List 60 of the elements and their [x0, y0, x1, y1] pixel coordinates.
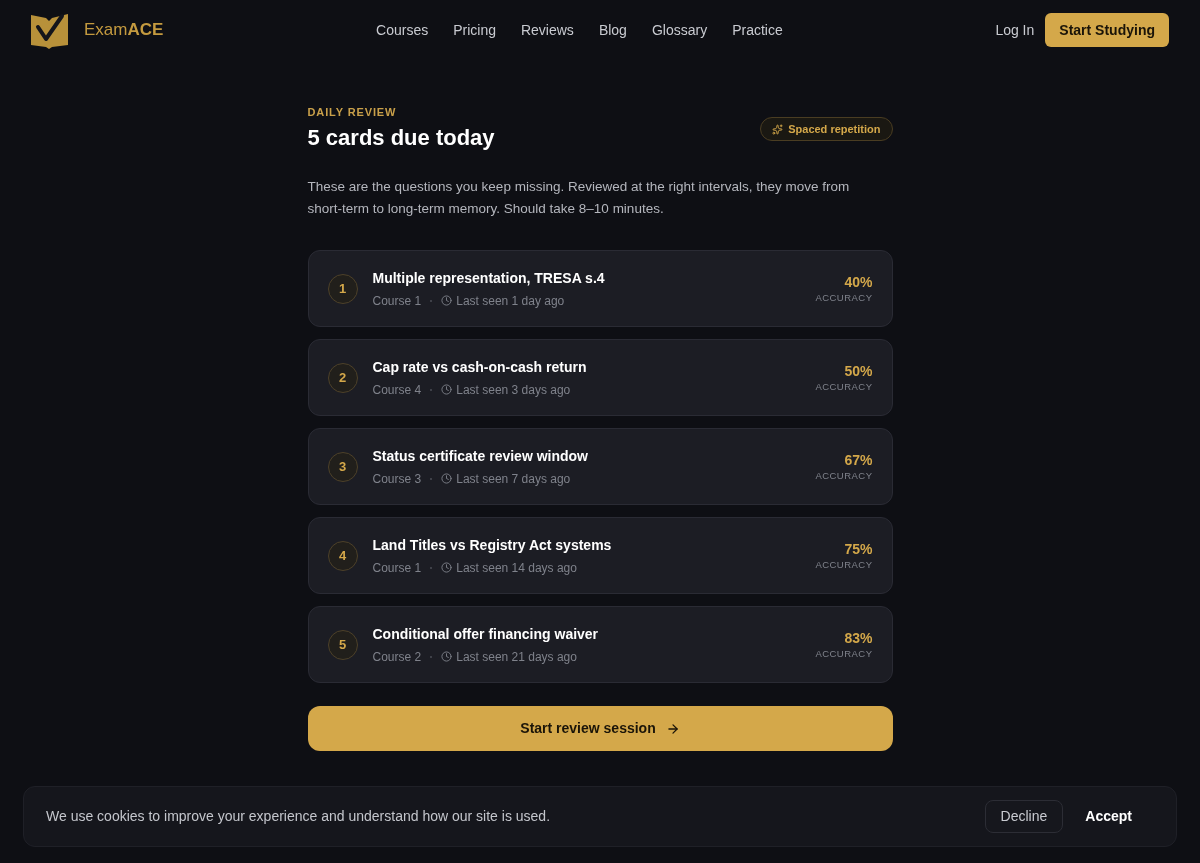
decline-button[interactable]: Decline — [984, 800, 1064, 833]
cookie-message: We use cookies to improve your experience and understand how our site is used. — [46, 807, 551, 826]
course-label: Course 2 — [372, 648, 422, 666]
accuracy-label: ACCURACY — [815, 468, 873, 483]
accept-button[interactable]: Accept — [1063, 800, 1154, 833]
last-seen-label: Last seen 21 days ago — [456, 648, 577, 666]
review-card[interactable]: 5 Conditional offer financing waiver Course 2 Last seen 21 days ago 83% ACCURACY — [307, 606, 893, 683]
card-number: 2 — [327, 362, 358, 393]
last-seen-label: Last seen 14 days ago — [456, 559, 577, 577]
accuracy-value: 75% — [844, 539, 873, 558]
accuracy-label: ACCURACY — [815, 290, 873, 305]
clock-icon — [441, 384, 453, 395]
nav-link[interactable]: Courses — [376, 19, 429, 41]
accuracy-label: ACCURACY — [815, 379, 873, 394]
accuracy-value: 50% — [844, 361, 873, 380]
nav-link[interactable]: Pricing — [453, 19, 496, 41]
nav-link[interactable]: Reviews — [520, 19, 574, 41]
card-title: Land Titles vs Registry Act systems — [372, 535, 612, 555]
review-card[interactable]: 2 Cap rate vs cash-on-cash return Course 4 Last seen 3 days ago 50% ACCURACY — [307, 339, 893, 416]
last-seen-label: Last seen 1 day ago — [456, 292, 565, 310]
start-studying-button[interactable]: Start Studying — [1045, 13, 1169, 47]
nav-link[interactable]: Blog — [598, 19, 627, 41]
course-label: Course 1 — [372, 292, 422, 310]
page-title: 5 cards due today — [307, 124, 495, 152]
course-label: Course 4 — [372, 381, 422, 399]
course-label: Course 1 — [372, 559, 422, 577]
review-card[interactable]: 1 Multiple representation, TRESA s.4 Course 1 Last seen 1 day ago 40% ACCURACY — [307, 250, 893, 327]
card-number: 4 — [327, 540, 358, 571]
card-number: 3 — [327, 451, 358, 482]
card-title: Conditional offer financing waiver — [372, 624, 599, 644]
course-label: Course 3 — [372, 470, 422, 488]
clock-icon — [441, 651, 453, 662]
review-card[interactable]: 4 Land Titles vs Registry Act systems Course 1 Last seen 14 days ago 75% ACCURACY — [307, 517, 893, 594]
accuracy-label: ACCURACY — [815, 557, 873, 572]
review-card[interactable]: 3 Status certificate review window Course 3 Last seen 7 days ago 67% ACCURACY — [307, 428, 893, 505]
nav-link[interactable]: Glossary — [651, 19, 708, 41]
start-review-button[interactable]: Start review session — [307, 706, 893, 751]
description-text: These are the questions you keep missing. Reviewed at the right intervals, they move from short-term to long-term memory. Should take 8–10 minutes. — [307, 178, 851, 218]
card-title: Multiple representation, TRESA s.4 — [372, 268, 605, 288]
logo-wordmark[interactable]: ExamACE — [84, 17, 164, 43]
accuracy-value: 83% — [844, 628, 873, 647]
arrow-right-icon — [665, 721, 680, 736]
accuracy-label: ACCURACY — [815, 646, 873, 661]
nav-link[interactable]: Practice — [732, 19, 783, 41]
eyebrow-label: DAILY REVIEW — [307, 105, 397, 120]
last-seen-label: Last seen 3 days ago — [456, 381, 571, 399]
sparkles-icon — [772, 123, 784, 135]
card-title: Status certificate review window — [372, 446, 588, 466]
card-title: Cap rate vs cash-on-cash return — [372, 357, 587, 377]
last-seen-label: Last seen 7 days ago — [456, 470, 571, 488]
accuracy-value: 67% — [844, 450, 873, 469]
accuracy-value: 40% — [844, 272, 873, 291]
card-number: 5 — [327, 629, 358, 660]
book-check-logo-icon — [31, 11, 68, 49]
clock-icon — [441, 562, 453, 573]
card-number: 1 — [327, 273, 358, 304]
badge-label: Spaced repetition — [788, 121, 881, 137]
login-link[interactable]: Log In — [995, 19, 1035, 41]
clock-icon — [441, 295, 453, 306]
clock-icon — [441, 473, 453, 484]
